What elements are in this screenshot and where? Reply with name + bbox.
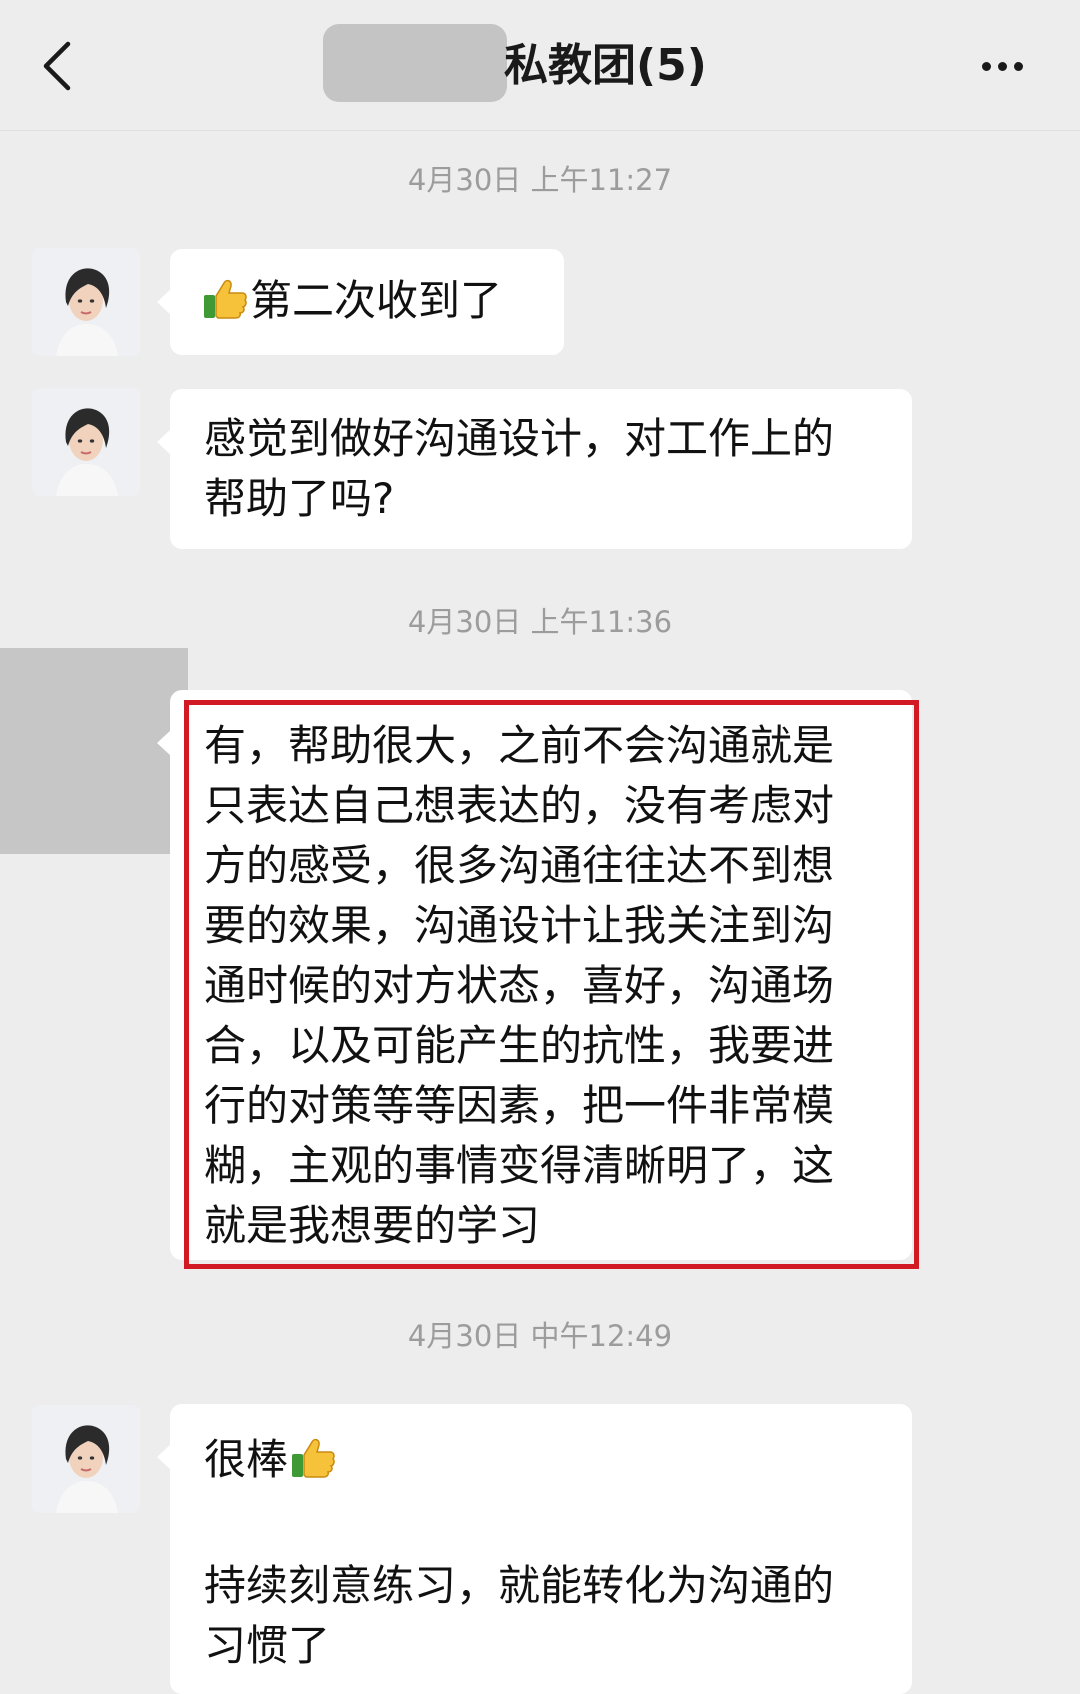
chat-title: 私教团(5) xyxy=(504,40,707,91)
message-timestamp: 4月30日 上午11:36 xyxy=(407,605,673,639)
thumbs-up-icon xyxy=(290,1434,336,1496)
avatar[interactable] xyxy=(32,388,140,496)
message-timestamp: 4月30日 中午12:49 xyxy=(407,1319,673,1353)
group-name-redaction xyxy=(323,24,507,102)
chat-header: 私教团(5) xyxy=(0,0,1080,131)
message-text-second-paragraph: 持续刻意练习，就能转化为沟通的 习惯了 xyxy=(204,1561,835,1670)
message-text: 第二次收到了 xyxy=(250,276,503,325)
more-options-icon xyxy=(982,62,991,71)
message-bubble[interactable]: 感觉到做好沟通设计，对工作上的 帮助了吗? xyxy=(157,389,912,549)
avatar[interactable] xyxy=(32,248,140,356)
message-bubble[interactable]: 有，帮助很大，之前不会沟通就是 只表达自己想表达的，没有考虑对 方的感受，很多沟… xyxy=(157,690,912,1260)
more-options-button[interactable] xyxy=(970,46,1032,86)
message-timestamp: 4月30日 上午11:27 xyxy=(407,163,673,197)
message-text: 感觉到做好沟通设计，对工作上的 帮助了吗? xyxy=(204,414,835,523)
thumbs-up-icon xyxy=(202,275,248,337)
message-bubble[interactable]: 很棒 持续刻意练习，就能转化为沟通的 习惯了 xyxy=(157,1404,912,1694)
back-arrow-icon xyxy=(43,41,71,91)
message-text: 很棒 xyxy=(204,1435,289,1484)
back-button[interactable] xyxy=(32,36,84,96)
message-bubble[interactable]: 第二次收到了 xyxy=(157,249,564,355)
message-text: 有，帮助很大，之前不会沟通就是 只表达自己想表达的，没有考虑对 方的感受，很多沟… xyxy=(204,721,835,1250)
avatar[interactable] xyxy=(32,1405,140,1513)
